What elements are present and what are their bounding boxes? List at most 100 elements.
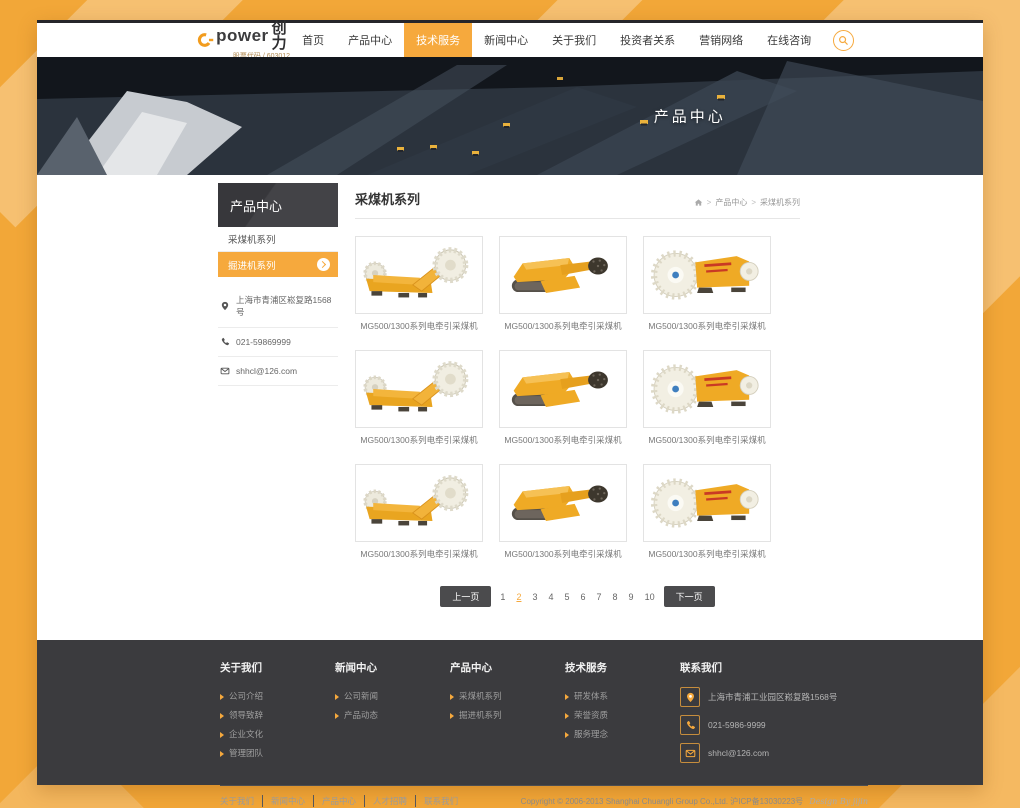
- page-number-8[interactable]: 8: [611, 592, 620, 602]
- footer-link[interactable]: 领导致辞: [220, 706, 335, 725]
- bottom-link-contact[interactable]: 联系我们: [416, 795, 466, 807]
- footer-link-label: 企业文化: [229, 725, 263, 744]
- footer-link-label: 采煤机系列: [459, 687, 502, 706]
- footer-col-news: 新闻中心 公司新闻 产品动态: [335, 660, 450, 771]
- footer-link[interactable]: 荣誉资质: [565, 706, 680, 725]
- product-card[interactable]: MG500/1300系列电牵引采煤机: [355, 350, 483, 446]
- main-nav: 首页 产品中心 技术服务 新闻中心 关于我们 投资者关系 营销网络 在线咨询: [290, 23, 823, 57]
- search-button[interactable]: [833, 23, 854, 57]
- site-header: power创力 股票代码 / 603012 首页 产品中心 技术服务 新闻中心 …: [37, 23, 983, 57]
- footer-link-label: 掘进机系列: [459, 706, 502, 725]
- page-number-2-current[interactable]: 2: [514, 592, 523, 602]
- sidebar-item-roadheader-series[interactable]: 掘进机系列: [218, 252, 338, 277]
- product-card[interactable]: MG500/1300系列电牵引采煤机: [643, 464, 771, 560]
- breadcrumb-products[interactable]: 产品中心: [715, 197, 747, 208]
- product-title: MG500/1300系列电牵引采煤机: [499, 434, 627, 446]
- nav-item-consult[interactable]: 在线咨询: [755, 23, 823, 57]
- page-number-3[interactable]: 3: [530, 592, 539, 602]
- page-number-4[interactable]: 4: [546, 592, 555, 602]
- product-card[interactable]: MG500/1300系列电牵引采煤机: [499, 464, 627, 560]
- hero-banner: 产品中心: [37, 57, 983, 175]
- location-pin-icon: [220, 301, 230, 311]
- arrow-bullet-icon: [565, 732, 569, 738]
- nav-item-products[interactable]: 产品中心: [336, 23, 404, 57]
- brand-name-cn: 创力: [272, 21, 290, 51]
- page-number-1[interactable]: 1: [498, 592, 507, 602]
- brand-c-icon: [197, 30, 214, 50]
- footer-link[interactable]: 企业文化: [220, 725, 335, 744]
- footer-link[interactable]: 研发体系: [565, 687, 680, 706]
- breadcrumb-separator: >: [707, 198, 712, 207]
- bottom-link-products[interactable]: 产品中心: [314, 795, 365, 807]
- footer-col-title: 技术服务: [565, 660, 680, 675]
- breadcrumb: > 产品中心 > 采煤机系列: [694, 197, 800, 208]
- nav-item-marketing[interactable]: 营销网络: [687, 23, 755, 57]
- bottom-link-jobs[interactable]: 人才招聘: [365, 795, 416, 807]
- prev-page-button[interactable]: 上一页: [440, 586, 491, 607]
- page-number-9[interactable]: 9: [627, 592, 636, 602]
- footer-link-label: 研发体系: [574, 687, 608, 706]
- footer-link[interactable]: 公司介绍: [220, 687, 335, 706]
- sidebar-email: shhcl@126.com: [236, 366, 297, 376]
- footer-link[interactable]: 掘进机系列: [450, 706, 565, 725]
- footer-col-title: 关于我们: [220, 660, 335, 675]
- product-card[interactable]: MG500/1300系列电牵引采煤机: [499, 236, 627, 332]
- footer-link-label: 领导致辞: [229, 706, 263, 725]
- bottom-link-news[interactable]: 新闻中心: [263, 795, 314, 807]
- nav-item-tech-service[interactable]: 技术服务: [404, 23, 472, 57]
- footer-link-label: 荣誉资质: [574, 706, 608, 725]
- page-number-10[interactable]: 10: [643, 592, 657, 602]
- pagination: 上一页 1 2 3 4 5 6 7 8 9 10 下一页: [355, 586, 800, 607]
- footer-link[interactable]: 采煤机系列: [450, 687, 565, 706]
- product-grid: MG500/1300系列电牵引采煤机 MG500/1300系列电牵引采煤机 MG…: [355, 236, 800, 560]
- design-credit: Design By jijin: [809, 797, 868, 806]
- nav-item-news[interactable]: 新闻中心: [472, 23, 540, 57]
- footer-link[interactable]: 公司新闻: [335, 687, 450, 706]
- next-page-button[interactable]: 下一页: [664, 586, 715, 607]
- footer-col-tech: 技术服务 研发体系 荣誉资质 服务理念: [565, 660, 680, 771]
- product-card[interactable]: MG500/1300系列电牵引采煤机: [355, 464, 483, 560]
- sidebar-email-row: shhcl@126.com: [218, 357, 338, 386]
- page-number-5[interactable]: 5: [562, 592, 571, 602]
- product-image-disc-machine: [643, 350, 771, 428]
- product-title: MG500/1300系列电牵引采煤机: [355, 434, 483, 446]
- product-title: MG500/1300系列电牵引采煤机: [643, 434, 771, 446]
- product-title: MG500/1300系列电牵引采煤机: [643, 320, 771, 332]
- home-icon[interactable]: [694, 198, 703, 207]
- product-card[interactable]: MG500/1300系列电牵引采煤机: [499, 350, 627, 446]
- sidebar-title: 产品中心: [218, 183, 338, 227]
- breadcrumb-current: 采煤机系列: [760, 197, 800, 208]
- product-title: MG500/1300系列电牵引采煤机: [355, 320, 483, 332]
- footer-link[interactable]: 管理团队: [220, 744, 335, 763]
- brand-logo[interactable]: power创力 股票代码 / 603012: [197, 23, 290, 57]
- nav-item-investor[interactable]: 投资者关系: [608, 23, 687, 57]
- product-image-roadheader: [499, 464, 627, 542]
- page-number-7[interactable]: 7: [595, 592, 604, 602]
- nav-item-about[interactable]: 关于我们: [540, 23, 608, 57]
- footer-link[interactable]: 产品动态: [335, 706, 450, 725]
- footer-link-label: 管理团队: [229, 744, 263, 763]
- footer-link[interactable]: 服务理念: [565, 725, 680, 744]
- footer-link-label: 产品动态: [344, 706, 378, 725]
- product-card[interactable]: MG500/1300系列电牵引采煤机: [643, 350, 771, 446]
- product-card[interactable]: MG500/1300系列电牵引采煤机: [355, 236, 483, 332]
- arrow-bullet-icon: [220, 751, 224, 757]
- product-card[interactable]: MG500/1300系列电牵引采煤机: [643, 236, 771, 332]
- search-icon: [838, 35, 849, 46]
- product-image-shearer: [355, 350, 483, 428]
- arrow-bullet-icon: [450, 713, 454, 719]
- bottom-link-about[interactable]: 关于我们: [220, 795, 263, 807]
- presentation-frame: power创力 股票代码 / 603012 首页 产品中心 技术服务 新闻中心 …: [0, 0, 1020, 808]
- page-title-row: 采煤机系列 > 产品中心 > 采煤机系列: [355, 183, 800, 219]
- nav-item-home[interactable]: 首页: [290, 23, 336, 57]
- arrow-bullet-icon: [335, 713, 339, 719]
- email-icon: [680, 743, 700, 763]
- arrow-bullet-icon: [565, 713, 569, 719]
- page-number-6[interactable]: 6: [579, 592, 588, 602]
- footer-link-label: 公司介绍: [229, 687, 263, 706]
- breadcrumb-separator: >: [751, 198, 756, 207]
- product-image-disc-machine: [643, 236, 771, 314]
- sidebar-item-shearer-series[interactable]: 采煤机系列: [218, 227, 338, 252]
- phone-icon: [220, 337, 230, 347]
- sidebar-phone-row: 021-59869999: [218, 328, 338, 357]
